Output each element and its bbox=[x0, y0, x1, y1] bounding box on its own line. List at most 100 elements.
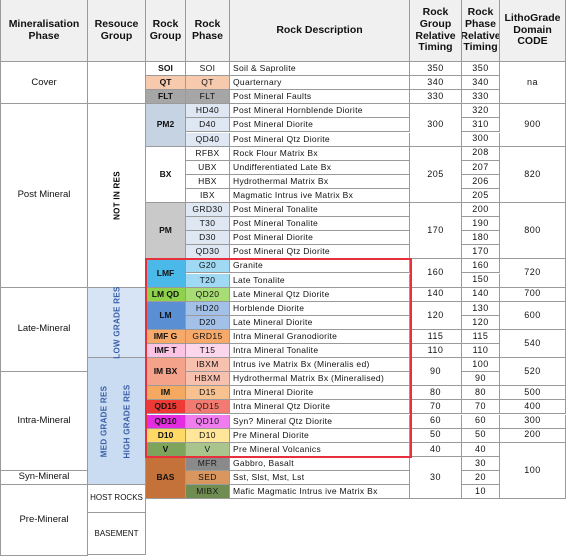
rock-group-timing: 40 bbox=[410, 442, 462, 457]
rock-group-timing: 140 bbox=[410, 287, 462, 302]
resource-label-host-rocks: HOST ROCKS bbox=[88, 485, 146, 514]
rock-group-cell: BAS bbox=[146, 456, 186, 500]
rock-phase-cell: D10 bbox=[186, 428, 230, 443]
rock-phase-timing: 200 bbox=[462, 203, 500, 218]
rock-description-cell: Late Mineral Qtz Diorite bbox=[230, 287, 410, 302]
rock-phase-timing: 90 bbox=[462, 372, 500, 387]
rock-phase-cell: QT bbox=[186, 76, 230, 91]
resource-label-basement: BASEMENT bbox=[88, 513, 146, 556]
rock-phase-cell: HD20 bbox=[186, 301, 230, 316]
rock-phase-timing: 150 bbox=[462, 273, 500, 288]
rock-phase-timing: 205 bbox=[462, 188, 500, 203]
rock-phase-timing: 206 bbox=[462, 174, 500, 189]
phase-cell: Syn-Mineral bbox=[0, 470, 88, 485]
domain-code-cell: 600 bbox=[500, 301, 566, 330]
header-rock-phase: Rock Phase bbox=[186, 0, 230, 62]
rock-phase-cell: HBX bbox=[186, 174, 230, 189]
rock-group-timing: 90 bbox=[410, 358, 462, 387]
domain-code-cell: na bbox=[500, 62, 566, 105]
rock-phase-timing: 340 bbox=[462, 76, 500, 91]
domain-code-cell: 520 bbox=[500, 358, 566, 387]
rock-group-cell: IMF G bbox=[146, 329, 186, 344]
rock-phase-timing: 190 bbox=[462, 217, 500, 232]
rock-phase-timing: 10 bbox=[462, 485, 500, 500]
rock-group-timing: 330 bbox=[410, 90, 462, 105]
domain-code-cell: 540 bbox=[500, 329, 566, 359]
rock-group-timing: 80 bbox=[410, 386, 462, 401]
rock-group-cell: IM bbox=[146, 386, 186, 401]
rock-phase-timing: 160 bbox=[462, 259, 500, 274]
header-rock-group: Rock Group bbox=[146, 0, 186, 62]
rock-description-cell: Quarternary bbox=[230, 76, 410, 91]
rock-description-cell: Post Mineral Diorite bbox=[230, 231, 410, 246]
header-phase: Mineralisation Phase bbox=[0, 0, 88, 62]
rock-phase-timing: 320 bbox=[462, 104, 500, 119]
rock-group-timing: 30 bbox=[410, 456, 462, 500]
header-description: Rock Description bbox=[230, 0, 410, 62]
rock-phase-timing: 300 bbox=[462, 132, 500, 147]
rock-phase-cell: UBX bbox=[186, 160, 230, 175]
rock-description-cell: Mafic Magmatic Intrus ive Matrix Bx bbox=[230, 485, 410, 500]
rock-phase-timing: 120 bbox=[462, 315, 500, 330]
domain-code-cell: 100 bbox=[500, 442, 566, 500]
rock-group-cell: LM QD bbox=[146, 287, 186, 302]
rock-phase-timing: 208 bbox=[462, 146, 500, 161]
rock-description-cell: Post Mineral Qtz Diorite bbox=[230, 132, 410, 147]
rock-description-cell: Intrus ive Matrix Bx (Mineralis ed) bbox=[230, 358, 410, 373]
rock-phase-timing: 170 bbox=[462, 245, 500, 260]
rock-phase-cell: T20 bbox=[186, 273, 230, 288]
rock-group-timing: 120 bbox=[410, 301, 462, 330]
rock-description-cell: Post Mineral Hornblende Diorite bbox=[230, 104, 410, 119]
rock-group-timing: 50 bbox=[410, 428, 462, 443]
rock-description-cell: Intra Mineral Granodiorite bbox=[230, 329, 410, 344]
rock-phase-cell: QD20 bbox=[186, 287, 230, 302]
rock-phase-cell: QD10 bbox=[186, 414, 230, 429]
rock-description-cell: Soil & Saprolite bbox=[230, 62, 410, 77]
rock-phase-cell: D20 bbox=[186, 315, 230, 330]
rock-description-cell: Late Tonalite bbox=[230, 273, 410, 288]
rock-description-cell: Pre Mineral Diorite bbox=[230, 428, 410, 443]
rock-phase-cell: MIBX bbox=[186, 485, 230, 500]
header-resource-group: Resouce Group bbox=[88, 0, 146, 62]
header-phase-timing: Rock Phase Relative Timing bbox=[462, 0, 500, 62]
rock-phase-timing: 110 bbox=[462, 344, 500, 359]
rock-description-cell: Gabbro, Basalt bbox=[230, 456, 410, 471]
rock-phase-cell: V bbox=[186, 442, 230, 457]
rock-group-cell: PM bbox=[146, 203, 186, 260]
rock-phase-timing: 310 bbox=[462, 118, 500, 133]
rock-phase-cell: D30 bbox=[186, 231, 230, 246]
resource-label-low-grade: LOW GRADE RES bbox=[112, 286, 122, 359]
rock-group-cell: IM BX bbox=[146, 358, 186, 387]
rock-phase-cell: RFBX bbox=[186, 146, 230, 161]
phase-cell: Post Mineral bbox=[0, 104, 88, 288]
rock-phase-cell: HD40 bbox=[186, 104, 230, 119]
rock-description-cell: Syn? Mineral Qtz Diorite bbox=[230, 414, 410, 429]
rock-group-timing: 170 bbox=[410, 203, 462, 260]
domain-code-cell: 700 bbox=[500, 287, 566, 302]
rock-phase-cell: IBXM bbox=[186, 358, 230, 373]
rock-description-cell: Sst, Slst, Mst, Lst bbox=[230, 470, 410, 485]
rock-group-cell: IMF T bbox=[146, 344, 186, 359]
rock-group-cell: PM2 bbox=[146, 104, 186, 147]
rock-description-cell: Post Mineral Diorite bbox=[230, 118, 410, 133]
rock-description-cell: Rock Flour Matrix Bx bbox=[230, 146, 410, 161]
rock-phase-cell: HBXM bbox=[186, 372, 230, 387]
rock-description-cell: Pre Mineral Volcanics bbox=[230, 442, 410, 457]
rock-group-cell: V bbox=[146, 442, 186, 457]
rock-description-cell: Post Mineral Tonalite bbox=[230, 217, 410, 232]
rock-phase-timing: 40 bbox=[462, 442, 500, 457]
rock-group-timing: 350 bbox=[410, 62, 462, 77]
rock-phase-cell: D15 bbox=[186, 386, 230, 401]
rock-description-cell: Post Mineral Tonalite bbox=[230, 203, 410, 218]
rock-phase-cell: FLT bbox=[186, 90, 230, 105]
rock-phase-cell: GRD15 bbox=[186, 329, 230, 344]
rock-description-cell: Horblende Diorite bbox=[230, 301, 410, 316]
rock-phase-timing: 140 bbox=[462, 287, 500, 302]
rock-group-cell: QD15 bbox=[146, 400, 186, 415]
resource-label-high-grade: HIGH GRADE RES bbox=[122, 384, 132, 459]
domain-code-cell: 820 bbox=[500, 146, 566, 203]
rock-description-cell: Granite bbox=[230, 259, 410, 274]
rock-phase-cell: T15 bbox=[186, 344, 230, 359]
rock-phase-timing: 30 bbox=[462, 456, 500, 471]
rock-group-timing: 340 bbox=[410, 76, 462, 91]
